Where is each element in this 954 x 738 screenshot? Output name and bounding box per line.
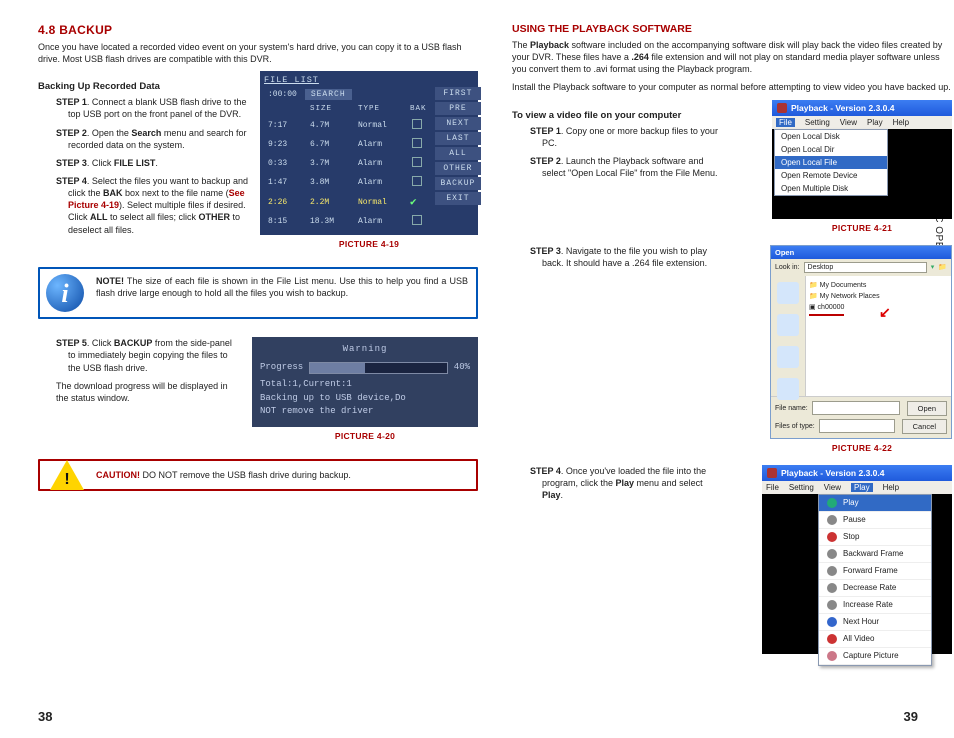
- step-r2: STEP 2. Launch the Playback software and…: [530, 155, 721, 179]
- file-dropdown[interactable]: Open Local DiskOpen Local DirOpen Local …: [774, 129, 888, 196]
- step-4: STEP 4. Select the files you want to bac…: [56, 175, 248, 236]
- play-menu-item[interactable]: Backward Frame: [819, 546, 931, 563]
- picture-4-21-caption: PICTURE 4-21: [772, 223, 952, 233]
- picture-4-19-caption: PICTURE 4-19: [260, 239, 478, 249]
- info-icon: i: [46, 274, 84, 312]
- selected-264-file[interactable]: ▣ ch00000: [809, 302, 844, 316]
- dvr-file-row[interactable]: 9:236.7MAlarm: [264, 135, 431, 154]
- intro-right-2: Install the Playback software to your co…: [512, 81, 952, 93]
- dvr-header: FILE LIST: [264, 75, 474, 87]
- play-menu-item[interactable]: Decrease Rate: [819, 580, 931, 597]
- step-5-extra: The download progress will be displayed …: [38, 380, 240, 404]
- warning-icon: [50, 460, 84, 490]
- step-1: STEP 1. Connect a blank USB flash drive …: [56, 96, 248, 120]
- step-r4: STEP 4. Once you've loaded the file into…: [530, 465, 721, 501]
- menu-play[interactable]: Play: [867, 118, 883, 127]
- menu-file[interactable]: File: [766, 483, 779, 492]
- dvr-side-last[interactable]: LAST: [435, 132, 482, 145]
- page-number-left: 38: [38, 709, 52, 724]
- intro-right-1: The Playback software included on the ac…: [512, 39, 952, 75]
- picture-4-20-caption: PICTURE 4-20: [252, 431, 478, 441]
- section-title: 4.8 Backup: [38, 23, 478, 37]
- dvr-side-backup[interactable]: BACKUP: [435, 177, 482, 190]
- menu-setting[interactable]: Setting: [789, 483, 814, 492]
- file-menu-item[interactable]: Open Local File: [775, 156, 887, 169]
- play-menu-item[interactable]: Stop: [819, 529, 931, 546]
- file-menu-item[interactable]: Open Remote Device: [775, 169, 887, 182]
- dvr-side-other[interactable]: OTHER: [435, 162, 482, 175]
- play-dropdown[interactable]: PlayPauseStopBackward FrameForward Frame…: [818, 494, 932, 666]
- page-38: 4.8 Backup Once you have located a recor…: [38, 15, 478, 501]
- red-arrow-icon: ↙: [879, 304, 891, 321]
- cancel-button[interactable]: Cancel: [902, 419, 947, 434]
- play-menu-item[interactable]: Increase Rate: [819, 597, 931, 614]
- dvr-side-first[interactable]: FIRST: [435, 87, 482, 100]
- intro-text: Once you have located a recorded video e…: [38, 41, 478, 65]
- playback-app-play-menu-screenshot: Playback - Version 2.3.0.4 FileSettingVi…: [762, 465, 952, 654]
- subhead-view: To view a video file on your computer: [512, 110, 721, 121]
- note-box: i NOTE! The size of each file is shown i…: [38, 267, 478, 319]
- section-title-right: Using the Playback Software: [512, 23, 952, 35]
- file-menu-item[interactable]: Open Local Disk: [775, 130, 887, 143]
- play-menu-item[interactable]: Play: [819, 495, 931, 512]
- dvr-file-row[interactable]: 1:473.8MAlarm: [264, 173, 431, 192]
- play-menu-item[interactable]: Pause: [819, 512, 931, 529]
- backup-progress-screenshot: Warning Progress 40% Total:1,Current:1 B…: [252, 337, 478, 427]
- caution-box: CAUTION! DO NOT remove the USB flash dri…: [38, 459, 478, 491]
- picture-4-22-caption: PICTURE 4-22: [772, 443, 952, 453]
- menu-play[interactable]: Play: [851, 483, 873, 492]
- app-icon: [777, 103, 787, 113]
- menu-help[interactable]: Help: [893, 118, 909, 127]
- file-menu-item[interactable]: Open Multiple Disk: [775, 182, 887, 195]
- menu-help[interactable]: Help: [883, 483, 899, 492]
- dvr-file-row[interactable]: 7:174.7MNormal: [264, 116, 431, 135]
- dvr-side-pre[interactable]: PRE: [435, 102, 482, 115]
- playback-app-file-menu-screenshot: Playback - Version 2.3.0.4 FileSettingVi…: [772, 100, 952, 219]
- dvr-search-button[interactable]: SEARCH: [305, 89, 352, 100]
- step-3: STEP 3. Click FILE LIST.: [56, 157, 248, 169]
- dvr-file-row[interactable]: 8:1518.3MAlarm: [264, 212, 431, 231]
- play-menu-item[interactable]: Next Hour: [819, 614, 931, 631]
- play-menu-item[interactable]: All Video: [819, 631, 931, 648]
- step-r3: STEP 3. Navigate to the file you wish to…: [530, 245, 721, 269]
- dvr-file-list-screenshot: FILE LIST :00:00 SEARCH SIZE TYPE BAK: [260, 71, 478, 235]
- dvr-file-row[interactable]: 2:262.2MNormal✔: [264, 192, 431, 212]
- step-5: STEP 5. Click BACKUP from the side-panel…: [56, 337, 240, 373]
- app-icon: [767, 468, 777, 478]
- menu-view[interactable]: View: [824, 483, 841, 492]
- play-menu-item[interactable]: Capture Picture: [819, 648, 931, 665]
- progress-bar: [309, 362, 448, 374]
- dvr-file-row[interactable]: 0:333.7MAlarm: [264, 154, 431, 173]
- dvr-side-exit[interactable]: EXIT: [435, 192, 482, 205]
- menu-file[interactable]: File: [776, 118, 795, 127]
- dvr-side-all[interactable]: ALL: [435, 147, 482, 160]
- menu-view[interactable]: View: [840, 118, 857, 127]
- play-menu-item[interactable]: Forward Frame: [819, 563, 931, 580]
- step-r1: STEP 1. Copy one or more backup files to…: [530, 125, 721, 149]
- page-39: Using the Playback Software The Playback…: [512, 15, 952, 676]
- steps-list-left: STEP 1. Connect a blank USB flash drive …: [38, 96, 248, 235]
- step-2: STEP 2. Open the Search menu and search …: [56, 127, 248, 151]
- subhead-backup: Backing Up Recorded Data: [38, 81, 248, 92]
- menu-setting[interactable]: Setting: [805, 118, 830, 127]
- file-menu-item[interactable]: Open Local Dir: [775, 143, 887, 156]
- dvr-side-next[interactable]: NEXT: [435, 117, 482, 130]
- open-dialog-screenshot: Open Look in: Desktop ▾📁 📁 My Documents📁…: [770, 245, 952, 439]
- open-button[interactable]: Open: [907, 401, 947, 416]
- page-number-right: 39: [904, 709, 918, 724]
